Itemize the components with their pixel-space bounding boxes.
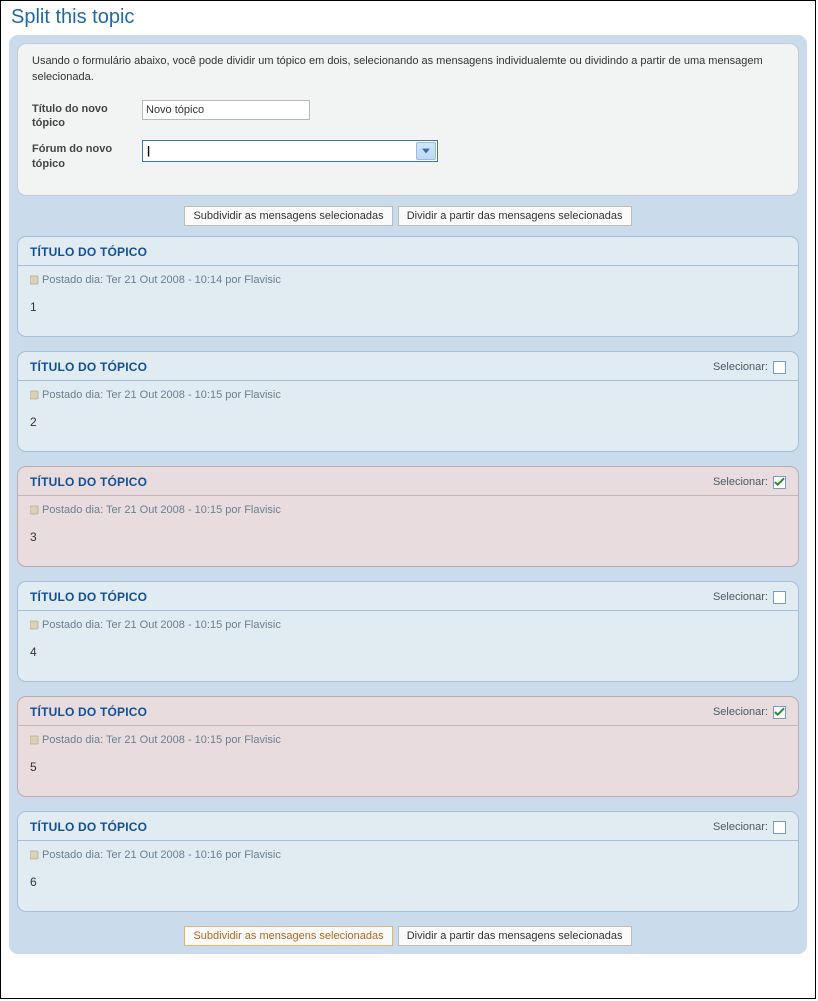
post-5: TÍTULO DO TÓPICO Selecionar: Postado dia: … <box>17 696 799 797</box>
post-title[interactable]: TÍTULO DO TÓPICO <box>30 475 147 489</box>
post-content: 5 <box>30 760 786 774</box>
post-title[interactable]: TÍTULO DO TÓPICO <box>30 245 147 259</box>
post-1: TÍTULO DO TÓPICO Postado dia: Ter 21 Out … <box>17 236 799 337</box>
post-meta: Postado dia: Ter 21 Out 2008 - 10:15 por… <box>30 389 786 401</box>
post-meta: Postado dia: Ter 21 Out 2008 - 10:15 por… <box>30 619 786 631</box>
post-meta-text: Postado dia: Ter 21 Out 2008 - 10:15 por… <box>42 619 281 631</box>
post-title[interactable]: TÍTULO DO TÓPICO <box>30 360 147 374</box>
select-area: Selecionar: <box>713 706 786 719</box>
select-label: Selecionar: <box>713 476 768 488</box>
select-caret-text: | <box>147 145 150 157</box>
post-4: TÍTULO DO TÓPICO Selecionar: Postado dia: … <box>17 581 799 682</box>
post-body: Postado dia: Ter 21 Out 2008 - 10:14 por… <box>18 266 798 336</box>
btn-split-selected-bottom[interactable]: Subdividir as mensagens selecionadas <box>184 926 392 946</box>
btn-split-from-bottom[interactable]: Dividir a partir das mensagens seleciona… <box>398 926 632 946</box>
select-checkbox[interactable] <box>773 361 786 374</box>
post-content: 6 <box>30 875 786 889</box>
post-body: Postado dia: Ter 21 Out 2008 - 10:16 por… <box>18 841 798 911</box>
post-icon <box>30 390 40 400</box>
btn-split-from-top[interactable]: Dividir a partir das mensagens seleciona… <box>398 206 632 226</box>
page-title: Split this topic <box>11 6 807 29</box>
post-header: TÍTULO DO TÓPICO Selecionar: <box>18 697 798 726</box>
select-checkbox[interactable] <box>773 821 786 834</box>
select-area: Selecionar: <box>713 821 786 834</box>
label-new-title: Título do novo tópico <box>32 100 142 131</box>
post-meta-text: Postado dia: Ter 21 Out 2008 - 10:16 por… <box>42 849 281 861</box>
post-icon <box>30 620 40 630</box>
post-icon <box>30 505 40 515</box>
post-title[interactable]: TÍTULO DO TÓPICO <box>30 820 147 834</box>
post-header: TÍTULO DO TÓPICO <box>18 237 798 266</box>
post-title[interactable]: TÍTULO DO TÓPICO <box>30 705 147 719</box>
select-label: Selecionar: <box>713 706 768 718</box>
select-checkbox[interactable] <box>773 591 786 604</box>
post-body: Postado dia: Ter 21 Out 2008 - 10:15 por… <box>18 726 798 796</box>
post-meta: Postado dia: Ter 21 Out 2008 - 10:16 por… <box>30 849 786 861</box>
post-icon <box>30 275 40 285</box>
window-frame: Split this topic Usando o formulário aba… <box>0 0 816 999</box>
select-label: Selecionar: <box>713 591 768 603</box>
post-header: TÍTULO DO TÓPICO Selecionar: <box>18 467 798 496</box>
post-content: 3 <box>30 530 786 544</box>
bottom-buttons: Subdividir as mensagens selecionadas Div… <box>17 926 799 946</box>
post-content: 2 <box>30 415 786 429</box>
select-label: Selecionar: <box>713 361 768 373</box>
btn-split-selected-top[interactable]: Subdividir as mensagens selecionadas <box>184 206 392 226</box>
select-new-forum[interactable]: | <box>142 140 438 162</box>
post-content: 4 <box>30 645 786 659</box>
post-meta-text: Postado dia: Ter 21 Out 2008 - 10:15 por… <box>42 734 281 746</box>
post-header: TÍTULO DO TÓPICO Selecionar: <box>18 352 798 381</box>
select-checkbox[interactable] <box>773 706 786 719</box>
main-panel: Usando o formulário abaixo, você pode di… <box>9 35 807 954</box>
row-new-title: Título do novo tópico <box>32 100 784 131</box>
post-header: TÍTULO DO TÓPICO Selecionar: <box>18 582 798 611</box>
post-icon <box>30 735 40 745</box>
post-body: Postado dia: Ter 21 Out 2008 - 10:15 por… <box>18 611 798 681</box>
top-buttons: Subdividir as mensagens selecionadas Div… <box>17 206 799 226</box>
post-meta-text: Postado dia: Ter 21 Out 2008 - 10:14 por… <box>42 274 281 286</box>
post-header: TÍTULO DO TÓPICO Selecionar: <box>18 812 798 841</box>
post-2: TÍTULO DO TÓPICO Selecionar: Postado dia: … <box>17 351 799 452</box>
post-title[interactable]: TÍTULO DO TÓPICO <box>30 590 147 604</box>
post-6: TÍTULO DO TÓPICO Selecionar: Postado dia: … <box>17 811 799 912</box>
post-body: Postado dia: Ter 21 Out 2008 - 10:15 por… <box>18 496 798 566</box>
form-description: Usando o formulário abaixo, você pode di… <box>32 54 784 86</box>
post-body: Postado dia: Ter 21 Out 2008 - 10:15 por… <box>18 381 798 451</box>
post-3: TÍTULO DO TÓPICO Selecionar: Postado dia: … <box>17 466 799 567</box>
select-area: Selecionar: <box>713 476 786 489</box>
post-meta-text: Postado dia: Ter 21 Out 2008 - 10:15 por… <box>42 389 281 401</box>
split-form-box: Usando o formulário abaixo, você pode di… <box>17 43 799 196</box>
post-meta: Postado dia: Ter 21 Out 2008 - 10:14 por… <box>30 274 786 286</box>
select-label: Selecionar: <box>713 821 768 833</box>
row-new-forum: Fórum do novo tópico | <box>32 140 784 171</box>
chevron-down-icon[interactable] <box>416 142 436 160</box>
input-new-title[interactable] <box>142 100 310 120</box>
post-content: 1 <box>30 300 786 314</box>
select-checkbox[interactable] <box>773 476 786 489</box>
post-icon <box>30 850 40 860</box>
label-new-forum: Fórum do novo tópico <box>32 140 142 171</box>
post-meta: Postado dia: Ter 21 Out 2008 - 10:15 por… <box>30 734 786 746</box>
post-meta-text: Postado dia: Ter 21 Out 2008 - 10:15 por… <box>42 504 281 516</box>
select-area: Selecionar: <box>713 591 786 604</box>
posts-list: TÍTULO DO TÓPICO Postado dia: Ter 21 Out … <box>17 236 799 912</box>
select-area: Selecionar: <box>713 361 786 374</box>
post-meta: Postado dia: Ter 21 Out 2008 - 10:15 por… <box>30 504 786 516</box>
